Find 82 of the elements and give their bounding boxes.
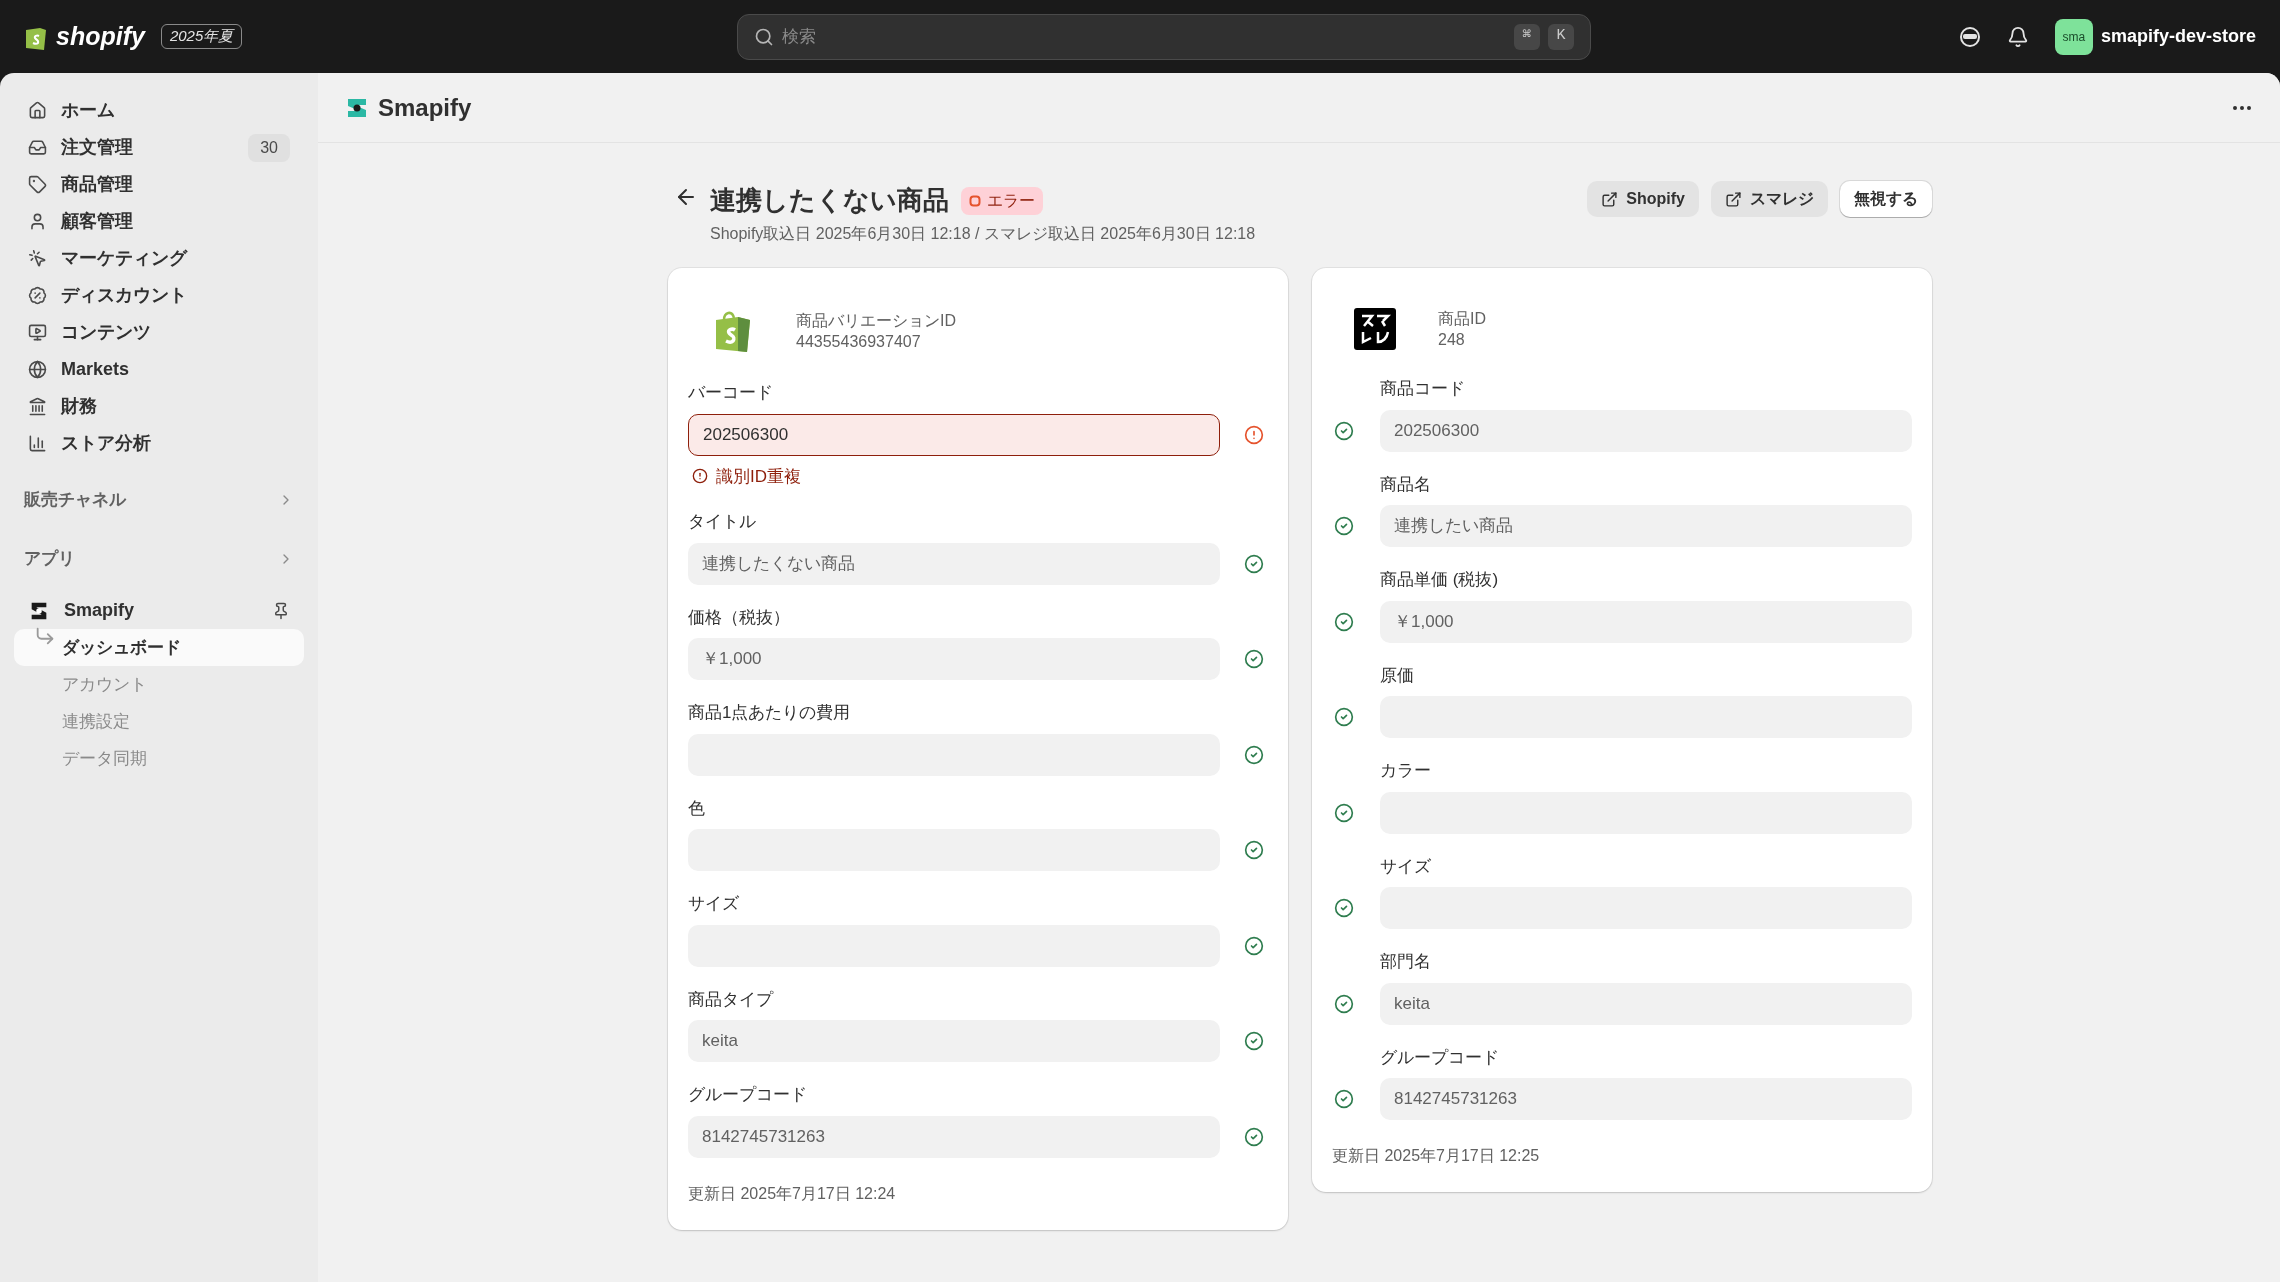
input-field[interactable]: 8142745731263 [1380,1078,1912,1120]
nav-item[interactable]: 顧客管理 [14,203,304,240]
person-icon [28,212,47,231]
nav-item[interactable]: Markets [14,351,304,388]
monitor-icon [28,323,47,342]
input-field[interactable]: 連携したくない商品 [688,542,1220,585]
field-label: カラー [1380,760,1431,782]
error-icon [692,468,708,485]
id-label: 商品バリエーションID [796,311,956,331]
field-label: サイズ [688,893,739,915]
search-field[interactable]: 検索 [782,23,1506,50]
section-header[interactable]: 販売チャネル [14,479,304,521]
input-field[interactable]: keita [1380,982,1912,1025]
app-title: Smapify [378,92,473,123]
nav-item[interactable]: マーケティング [14,240,304,277]
edition-badge: 2025年夏 [160,24,243,49]
field-label: タイトル [688,511,756,533]
percent-badge-icon [28,286,47,305]
smaregi-logo [1354,308,1396,350]
error-message: 識別ID重複 [716,465,801,488]
external-link-button[interactable]: Shopify [1587,181,1699,217]
input-field[interactable]: 連携したい商品 [1380,505,1912,547]
input-field[interactable]: 202506300 [688,413,1220,456]
field-label: 商品単価 (税抜) [1380,569,1499,591]
search-bar[interactable]: 検索 ⌘ K [737,13,1591,60]
field-label: グループコード [688,1084,807,1106]
field-label: バーコード [688,382,773,404]
inbox-icon [28,138,47,157]
field-label: 部門名 [1380,951,1431,973]
id-label: 商品ID [1438,309,1486,329]
tag-icon [28,175,47,194]
search-icon [754,26,774,47]
nav-item[interactable]: 商品管理 [14,166,304,203]
nav-item[interactable]: 注文管理 30 [14,129,304,166]
field-label: 商品タイプ [688,988,773,1011]
home-icon [28,101,47,120]
field-label: 商品1点あたりの費用 [688,702,851,724]
field-label: 商品コード [1380,378,1465,400]
field-label: 価格（税抜） [688,606,790,629]
bank-icon [28,397,47,416]
nav-item[interactable]: ディスカウント [14,277,304,314]
shortcut-key: K [1548,23,1574,50]
input-field[interactable]: ￥1,000 [1380,600,1912,643]
store-avatar[interactable]: sma [2054,18,2093,55]
nav-item[interactable]: 財務 [14,388,304,425]
status-badge: エラー [961,186,1043,215]
count-badge: 30 [248,133,290,162]
pin-icon[interactable] [272,601,290,620]
notification-icon[interactable] [2006,25,2029,48]
id-value: 44355436937407 [796,332,922,352]
field-label: 色 [688,797,705,820]
app-nav-item[interactable]: Smapify [14,592,304,629]
pointer-icon [28,249,47,268]
nav-item[interactable]: コンテンツ [14,314,304,351]
tree-connector-icon [34,625,56,647]
bar-chart-icon [28,434,47,453]
external-link-button[interactable]: スマレジ [1711,181,1828,217]
shortcut-key: ⌘ [1514,23,1540,50]
external-link-icon [1601,190,1619,208]
nav-item[interactable]: ストア分析 [14,425,304,462]
input-field[interactable]: keita [688,1020,1220,1062]
status-icon [969,194,981,207]
updated-date: 更新日 2025年7月17日 12:24 [688,1183,897,1204]
page-title: 連携したくない商品 [710,184,949,217]
input-field[interactable]: 202506300 [1380,409,1912,452]
subnav-item[interactable]: ダッシュボード [14,629,304,666]
field-label: 商品名 [1380,473,1431,496]
field-label: 原価 [1380,664,1414,687]
updated-date: 更新日 2025年7月17日 12:25 [1332,1146,1541,1166]
section-header[interactable]: アプリ [14,538,304,580]
ignore-button[interactable]: 無視する [1840,181,1932,217]
store-name[interactable]: smapify-dev-store [2100,23,2256,50]
input-field[interactable]: ￥1,000 [688,638,1220,680]
nav-item[interactable]: ホーム [14,92,304,129]
field-label: グループコード [1380,1046,1499,1069]
import-dates: Shopify取込日 2025年6月30日 12:18 / スマレジ取込日 2025年6月30日 12:18 [710,224,1257,244]
field-label: サイズ [1380,855,1431,878]
globe-icon [28,360,47,379]
input-field[interactable]: 8142745731263 [688,1115,1220,1158]
id-value: 248 [1438,330,1466,350]
external-link-icon [1725,190,1742,208]
brand-name: shopify [56,20,145,52]
